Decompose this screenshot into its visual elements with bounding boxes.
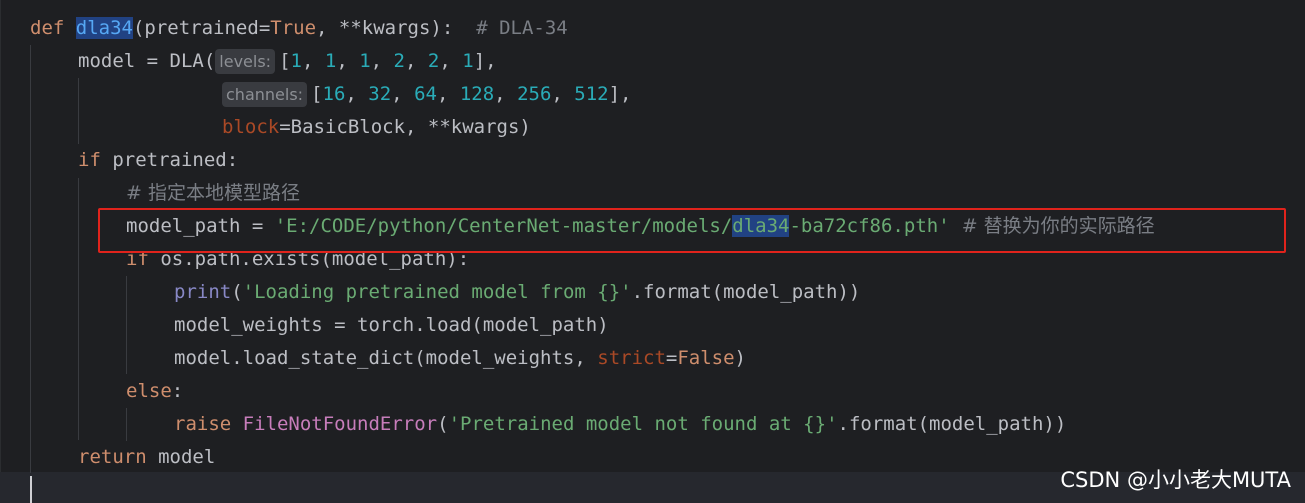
code-text: [ (279, 50, 291, 72)
indent-guide (78, 78, 79, 144)
code-text: ( (231, 281, 243, 303)
code-line-5[interactable]: if pretrained: (78, 144, 238, 177)
code-text: : (171, 380, 184, 402)
keyword-raise: raise (174, 413, 232, 435)
keyword-return: return (78, 446, 147, 468)
keyword-def: def (30, 17, 65, 39)
code-comment: # DLA-34 (476, 17, 568, 39)
builtin-function: print (174, 281, 232, 303)
keyword-argument: strict (597, 347, 666, 369)
indent-guide (126, 408, 127, 441)
code-line-13[interactable]: raise FileNotFoundError('Pretrained mode… (174, 408, 1066, 441)
number-literal: 1 (290, 50, 302, 72)
keyword-else: else (126, 380, 172, 402)
string-literal: 'Pretrained model not found at {}' (448, 413, 838, 435)
parameter-hint-channels: channels: (222, 82, 308, 107)
code-text: .format(model_path)) (837, 413, 1067, 435)
code-line-1[interactable]: def dla34(pretrained=True, **kwargs): # … (30, 12, 568, 45)
code-line-12[interactable]: else: (126, 375, 183, 408)
parameter-hint-levels: levels: (215, 49, 276, 74)
function-name[interactable]: dla34 (75, 17, 133, 39)
code-line-4[interactable]: block=BasicBlock, **kwargs) (222, 111, 531, 144)
code-text: (pretrained= (132, 17, 271, 39)
exception-class: FileNotFoundError (242, 413, 438, 435)
code-text: = (665, 347, 678, 369)
number-literal: 16 (322, 83, 346, 105)
watermark: CSDN @小小老大MUTA (1060, 468, 1291, 492)
number-literal: 2 (427, 50, 440, 72)
code-line-6[interactable]: # 指定本地模型路径 (126, 177, 300, 210)
number-literal: 1 (324, 50, 337, 72)
keyword-false: False (677, 347, 735, 369)
string-literal: 'Loading pretrained model from {}' (242, 281, 632, 303)
number-literal: 512 (574, 83, 609, 105)
number-literal: 128 (459, 83, 495, 105)
text-cursor (30, 476, 32, 503)
code-line-14[interactable]: return model (78, 441, 215, 474)
code-text: model.load_state_dict(model_weights, (174, 347, 598, 369)
code-text: model_weights = torch.load(model_path) (174, 314, 609, 336)
code-text: ) (734, 347, 746, 369)
code-text: ], (608, 83, 632, 105)
red-annotation-box (98, 208, 1286, 253)
code-text: ( (437, 413, 449, 435)
number-literal: 256 (517, 83, 552, 105)
code-line-9[interactable]: print('Loading pretrained model from {}'… (174, 276, 860, 309)
number-literal: 1 (359, 50, 371, 72)
number-literal: 64 (414, 83, 437, 105)
code-comment: # 指定本地模型路径 (126, 182, 300, 204)
code-line-11[interactable]: model.load_state_dict(model_weights, str… (174, 342, 746, 375)
code-text: model = DLA( (78, 50, 216, 72)
code-text: , **kwargs): (316, 17, 477, 39)
keyword-argument: block (222, 116, 280, 138)
code-text: =BasicBlock, **kwargs) (279, 116, 531, 138)
indent-guide (126, 276, 127, 374)
code-text: ], (473, 50, 497, 72)
code-line-10[interactable]: model_weights = torch.load(model_path) (174, 309, 609, 342)
editor-left-edge (0, 0, 1, 503)
code-text: [ (311, 83, 323, 105)
number-literal: 2 (393, 50, 405, 72)
keyword-if: if (78, 149, 101, 171)
keyword-true: True (270, 17, 317, 39)
indent-guide (30, 45, 31, 473)
number-literal: 1 (462, 50, 474, 72)
indent-guide (78, 178, 79, 440)
code-text: model (146, 446, 216, 468)
number-literal: 32 (368, 83, 392, 105)
code-line-2[interactable]: model = DLA(levels: [1, 1, 1, 2, 2, 1], (78, 45, 497, 78)
code-text: .format(model_path)) (631, 281, 861, 303)
code-text: pretrained: (100, 149, 239, 171)
code-editor[interactable]: def dla34(pretrained=True, **kwargs): # … (0, 0, 1305, 503)
code-line-3[interactable]: channels: [16, 32, 64, 128, 256, 512], (222, 78, 632, 111)
